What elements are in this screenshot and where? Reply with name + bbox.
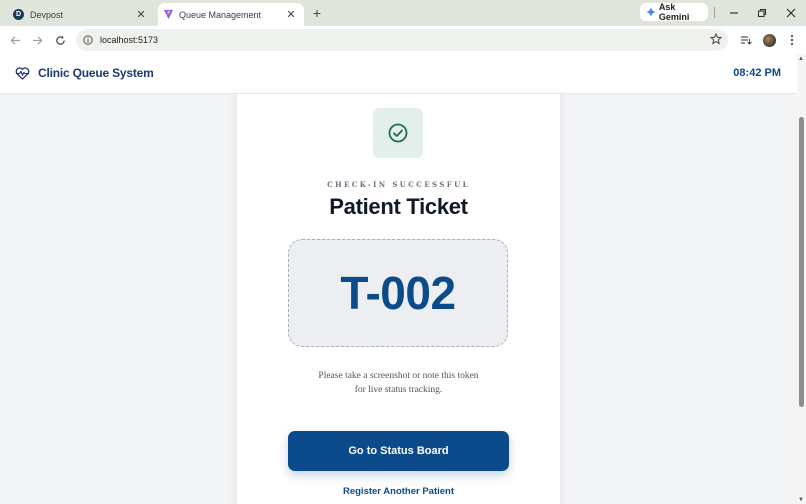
bookmark-star-icon[interactable]	[710, 33, 722, 45]
ticket-card: CHECK-IN SUCCESSFUL Patient Ticket T-002…	[237, 84, 560, 504]
divider	[714, 7, 715, 18]
tab-title: Devpost	[30, 9, 64, 20]
header-clock: 08:42 PM	[733, 67, 781, 79]
instruction-line-1: Please take a screenshot or note this to…	[318, 371, 479, 381]
tab-title: Queue Management	[179, 9, 262, 20]
app-header: Clinic Queue System 08:42 PM	[0, 54, 797, 94]
heart-pulse-icon	[15, 66, 30, 80]
new-tab-plus-icon[interactable]: +	[309, 5, 325, 21]
tab-devpost[interactable]: D Devpost ✕	[6, 3, 154, 26]
forward-arrow-icon[interactable]	[29, 32, 45, 48]
browser-tab-strip: D Devpost ✕ Queue Management ✕ + Ask Gem…	[0, 0, 806, 26]
ask-gemini-label: Ask Gemini	[658, 2, 690, 22]
ticket-token: T-002	[340, 267, 456, 319]
instruction-note: Please take a screenshot or note this to…	[297, 369, 500, 397]
brand[interactable]: Clinic Queue System	[15, 66, 154, 80]
go-to-status-board-button[interactable]: Go to Status Board	[288, 431, 509, 471]
minimize-icon[interactable]	[726, 5, 742, 21]
site-info-icon[interactable]	[83, 35, 93, 45]
vite-favicon-icon	[163, 9, 174, 20]
close-window-icon[interactable]	[783, 5, 799, 21]
reading-list-icon[interactable]	[738, 32, 754, 48]
page-title: Patient Ticket	[329, 194, 468, 219]
url-text: localhost:5173	[100, 35, 159, 45]
ask-gemini-button[interactable]: Ask Gemini	[640, 2, 708, 22]
register-another-patient-link[interactable]: Register Another Patient	[237, 486, 560, 497]
devpost-favicon-icon: D	[13, 9, 24, 20]
more-menu-icon[interactable]	[784, 32, 800, 48]
tab-queue-management[interactable]: Queue Management ✕	[158, 3, 304, 26]
restore-icon[interactable]	[754, 5, 770, 21]
back-arrow-icon[interactable]	[7, 32, 23, 48]
browser-toolbar: localhost:5173	[0, 26, 806, 54]
page-viewport: Clinic Queue System 08:42 PM CHECK-IN SU…	[0, 54, 797, 504]
page-scrollbar[interactable]: ▲ ▼	[797, 54, 806, 504]
checkin-status-label: CHECK-IN SUCCESSFUL	[327, 180, 470, 189]
close-icon[interactable]: ✕	[284, 8, 298, 22]
profile-avatar[interactable]	[761, 32, 777, 48]
address-bar[interactable]: localhost:5173	[76, 29, 728, 51]
close-icon[interactable]: ✕	[134, 8, 148, 22]
check-circle-icon	[388, 123, 408, 143]
brand-name: Clinic Queue System	[38, 66, 154, 80]
instruction-line-2: for live status tracking.	[354, 385, 443, 395]
scroll-up-arrow-icon[interactable]: ▲	[798, 56, 804, 62]
scroll-thumb[interactable]	[799, 117, 804, 407]
scroll-down-arrow-icon[interactable]: ▼	[798, 497, 804, 503]
success-badge	[373, 108, 423, 158]
reload-icon[interactable]	[52, 32, 68, 48]
token-display: T-002	[288, 239, 508, 347]
gemini-sparkle-icon	[646, 7, 656, 17]
